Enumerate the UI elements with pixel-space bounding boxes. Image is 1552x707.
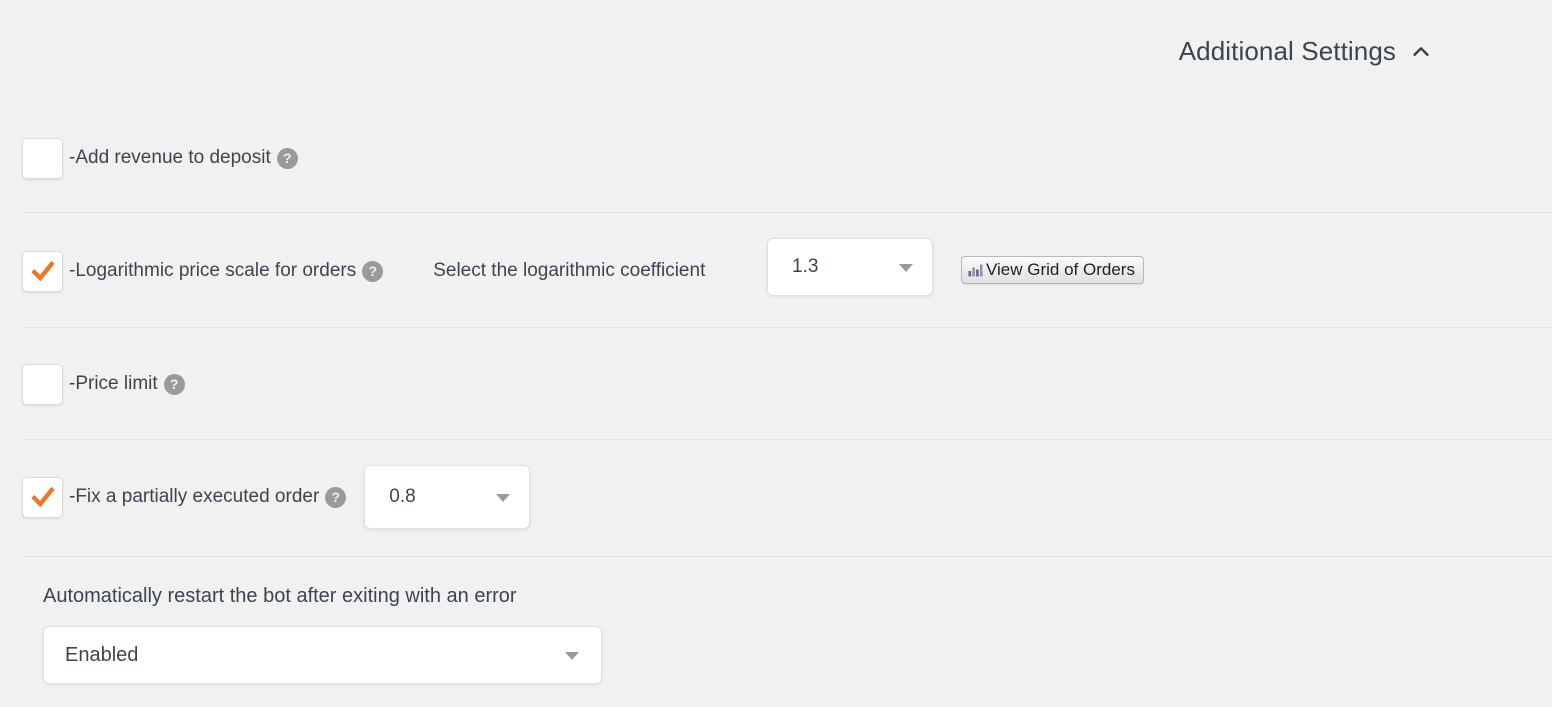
label-add-revenue-to-deposit: -Add revenue to deposit <box>69 147 271 168</box>
setting-row-price-limit: -Price limit ? <box>0 352 1552 416</box>
setting-row-add-revenue-to-deposit: -Add revenue to deposit ? <box>0 125 1552 191</box>
row-divider <box>22 212 1552 213</box>
setting-row-fix-partially-executed-order: -Fix a partially executed order ? 0.8 <box>0 463 1552 531</box>
question-mark-icon[interactable]: ? <box>163 373 185 395</box>
bar-chart-icon <box>968 263 986 277</box>
question-mark-icon[interactable]: ? <box>276 147 298 169</box>
additional-settings-header[interactable]: Additional Settings <box>1179 36 1432 67</box>
checkbox-price-limit[interactable] <box>22 363 63 405</box>
row-divider <box>22 439 1552 440</box>
view-grid-of-orders-label: View Grid of Orders <box>986 260 1135 279</box>
row-divider <box>22 327 1552 328</box>
label-price-limit: -Price limit <box>69 373 158 394</box>
checkbox-add-revenue-to-deposit[interactable] <box>22 137 63 179</box>
chevron-up-icon[interactable] <box>1410 41 1432 63</box>
chevron-down-icon <box>496 494 511 502</box>
additional-settings-panel: Additional Settings -Add revenue to depo… <box>0 0 1552 707</box>
select-fix-partially-executed-order[interactable]: 0.8 <box>364 465 531 529</box>
checkbox-logarithmic-price-scale[interactable] <box>22 250 63 292</box>
checkbox-fix-partially-executed-order[interactable] <box>22 476 63 518</box>
chevron-down-icon <box>899 264 913 272</box>
setting-row-logarithmic-price-scale: -Logarithmic price scale for orders ? Se… <box>0 238 1552 304</box>
select-auto-restart-bot-value: Enabled <box>65 643 139 666</box>
question-mark-icon[interactable]: ? <box>362 260 384 282</box>
row-divider <box>22 556 1552 557</box>
select-auto-restart-bot[interactable]: Enabled <box>43 626 602 684</box>
label-auto-restart-bot: Automatically restart the bot after exit… <box>43 585 517 607</box>
page-title: Additional Settings <box>1178 36 1396 66</box>
label-fix-partially-executed-order: -Fix a partially executed order <box>69 486 320 507</box>
label-logarithmic-coefficient: Select the logarithmic coefficient <box>433 260 706 281</box>
select-logarithmic-coefficient-value: 1.3 <box>792 256 819 277</box>
label-logarithmic-price-scale: -Logarithmic price scale for orders <box>69 260 357 281</box>
question-mark-icon[interactable]: ? <box>325 486 347 508</box>
select-fix-partially-executed-order-value: 0.8 <box>389 486 416 507</box>
select-logarithmic-coefficient[interactable]: 1.3 <box>767 238 933 296</box>
view-grid-of-orders-button[interactable]: View Grid of Orders <box>961 256 1144 284</box>
chevron-down-icon <box>565 652 579 660</box>
